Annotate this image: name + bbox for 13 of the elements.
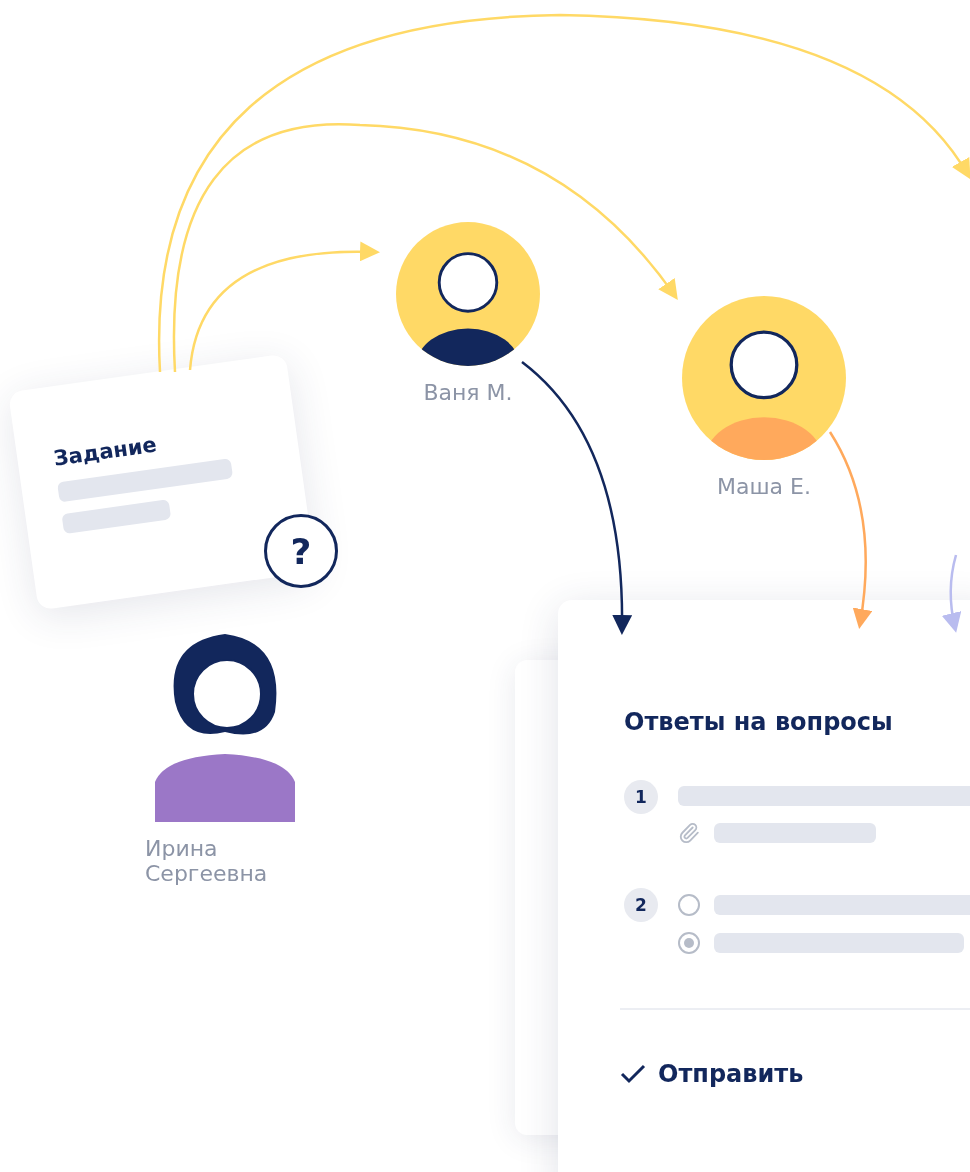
radio-button[interactable] <box>678 894 700 916</box>
paperclip-icon[interactable] <box>678 822 700 844</box>
answers-title: Ответы на вопросы <box>624 708 894 736</box>
person-name: Ирина Сергеевна <box>145 836 269 886</box>
submit-button[interactable]: Отправить <box>620 1060 804 1088</box>
task-title: Задание <box>52 431 160 471</box>
check-icon <box>620 1064 646 1084</box>
question-number: 2 <box>624 888 658 922</box>
person-name: Ваня М. <box>422 380 514 405</box>
question-number: 1 <box>624 780 658 814</box>
question-bubble: ? <box>264 514 338 588</box>
person-name: Маша Е. <box>716 474 812 499</box>
radio-button[interactable] <box>678 932 700 954</box>
